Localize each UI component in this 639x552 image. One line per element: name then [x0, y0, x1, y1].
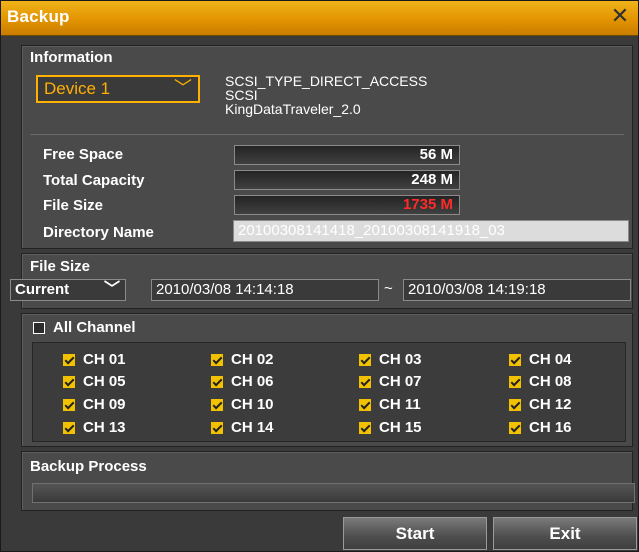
channel-label: CH 02: [231, 351, 274, 368]
checkbox-icon: [359, 376, 371, 389]
divider: [30, 134, 624, 135]
channel-label: CH 06: [231, 373, 274, 390]
total-capacity-value: 248 M: [234, 170, 460, 190]
file-size-section-title: File Size: [30, 258, 91, 275]
checkbox-icon: [211, 376, 223, 389]
channel-checkbox[interactable]: CH 01: [63, 351, 126, 368]
channel-checkbox[interactable]: CH 03: [359, 351, 422, 368]
device-interface: SCSI: [225, 87, 258, 103]
device-select[interactable]: Device 1 ﹀: [36, 75, 200, 103]
backup-dialog: Backup ✕ Information Device 1 ﹀ SCSI_TYP…: [0, 0, 639, 552]
dialog-title: Backup: [7, 7, 70, 26]
file-size-mode-value: Current: [15, 281, 70, 298]
start-button[interactable]: Start: [343, 517, 487, 550]
channel-label: CH 07: [379, 373, 422, 390]
file-size-label: File Size: [43, 197, 104, 214]
close-icon[interactable]: ✕: [608, 5, 632, 29]
checkbox-icon: [359, 399, 371, 412]
channel-label: CH 16: [529, 419, 572, 436]
directory-name-field[interactable]: 20100308141418_20100308141918_03: [233, 220, 629, 242]
checkbox-icon: [211, 422, 223, 435]
checkbox-icon: [509, 422, 521, 435]
channel-checkbox[interactable]: CH 16: [509, 419, 572, 436]
file-size-mode-select[interactable]: Current ﹀: [10, 279, 126, 301]
checkbox-icon: [33, 322, 45, 335]
channel-checkbox[interactable]: CH 04: [509, 351, 572, 368]
channel-label: CH 01: [83, 351, 126, 368]
checkbox-icon: [359, 354, 371, 367]
channel-label: CH 03: [379, 351, 422, 368]
checkbox-icon: [359, 422, 371, 435]
channel-checkbox[interactable]: CH 05: [63, 373, 126, 390]
channel-label: CH 04: [529, 351, 572, 368]
channel-label: CH 15: [379, 419, 422, 436]
file-size-value: 1735 M: [234, 195, 460, 215]
checkbox-icon: [63, 399, 75, 412]
channel-checkbox[interactable]: CH 11: [359, 396, 421, 413]
chevron-down-icon: ﹀: [103, 279, 120, 298]
checkbox-icon: [63, 422, 75, 435]
information-title: Information: [30, 49, 113, 66]
channel-checkbox[interactable]: CH 08: [509, 373, 572, 390]
checkbox-icon: [509, 376, 521, 389]
chevron-down-icon: ﹀: [174, 78, 192, 99]
channel-checkbox[interactable]: CH 07: [359, 373, 422, 390]
checkbox-icon: [211, 354, 223, 367]
channel-checkbox[interactable]: CH 09: [63, 396, 126, 413]
channel-checkbox[interactable]: CH 10: [211, 396, 274, 413]
channel-checkbox[interactable]: CH 06: [211, 373, 274, 390]
end-datetime-field[interactable]: 2010/03/08 14:19:18: [403, 279, 631, 301]
channel-checkbox[interactable]: CH 13: [63, 419, 126, 436]
checkbox-icon: [63, 354, 75, 367]
checkbox-icon: [509, 354, 521, 367]
channel-label: CH 14: [231, 419, 274, 436]
channel-checkbox[interactable]: CH 15: [359, 419, 422, 436]
all-channel-label: All Channel: [53, 319, 136, 336]
range-separator: ~: [384, 280, 393, 297]
all-channel-checkbox[interactable]: All Channel: [33, 319, 136, 336]
free-space-value: 56 M: [234, 145, 460, 165]
channel-label: CH 10: [231, 396, 274, 413]
channel-label: CH 08: [529, 373, 572, 390]
backup-process-title: Backup Process: [30, 458, 147, 475]
channel-checkbox[interactable]: CH 12: [509, 396, 572, 413]
information-panel: Information Device 1 ﹀ SCSI_TYPE_DIRECT_…: [21, 45, 633, 249]
channel-label: CH 13: [83, 419, 126, 436]
channel-checkbox[interactable]: CH 14: [211, 419, 274, 436]
device-details: SCSI_TYPE_DIRECT_ACCESS SCSI KingDataTra…: [225, 74, 427, 116]
channel-label: CH 12: [529, 396, 572, 413]
checkbox-icon: [509, 399, 521, 412]
backup-progress-bar: [32, 483, 635, 503]
channel-label: CH 09: [83, 396, 126, 413]
device-type: SCSI_TYPE_DIRECT_ACCESS: [225, 73, 428, 89]
title-bar: Backup ✕: [1, 1, 638, 36]
start-datetime-field[interactable]: 2010/03/08 14:14:18: [151, 279, 379, 301]
exit-button[interactable]: Exit: [493, 517, 637, 550]
channel-checkbox[interactable]: CH 02: [211, 351, 274, 368]
device-select-value: Device 1: [44, 79, 111, 98]
channel-label: CH 05: [83, 373, 126, 390]
total-capacity-label: Total Capacity: [43, 172, 145, 189]
free-space-label: Free Space: [43, 146, 124, 163]
device-model: KingDataTraveler_2.0: [225, 101, 361, 117]
checkbox-icon: [63, 376, 75, 389]
channel-label: CH 11: [379, 396, 421, 413]
directory-name-label: Directory Name: [43, 224, 154, 241]
checkbox-icon: [211, 399, 223, 412]
